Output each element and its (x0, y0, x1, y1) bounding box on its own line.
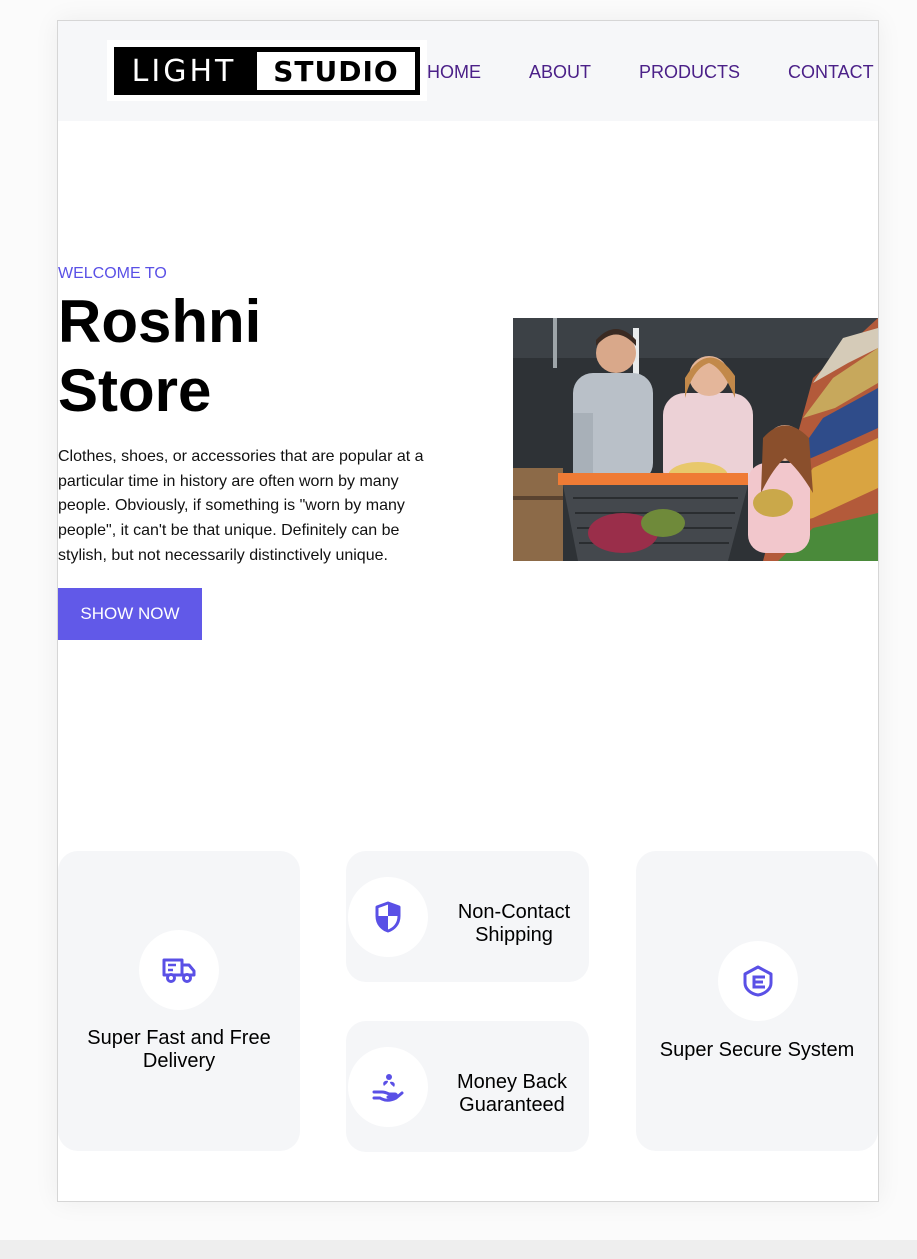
secure-label: Super Secure System (659, 1039, 855, 1061)
nav-home-link[interactable]: HOME (427, 62, 481, 83)
money-back-label: Money Back Guaranteed (442, 1071, 582, 1117)
delivery-label: Super Fast and Free Delivery (58, 1027, 300, 1073)
shipping-label: Non-Contact Shipping (444, 901, 584, 947)
site-header: LIGHT STUDIO HOME ABOUT PRODUCTS CONTACT (58, 21, 878, 121)
delivery-label-line-2: Delivery (142, 1050, 216, 1072)
title-line-1: Roshni (58, 288, 262, 355)
logo-light-text: LIGHT (114, 47, 254, 95)
hand-coin-icon (348, 1047, 428, 1127)
page-title: Roshni Store (58, 287, 261, 425)
shipping-label-line-1: Non-Contact (457, 901, 571, 923)
bottom-shade (0, 1240, 917, 1259)
nav-about-link[interactable]: ABOUT (529, 62, 591, 83)
nav-contact-link[interactable]: CONTACT (788, 62, 874, 83)
feature-card-money-back: Money Back Guaranteed (346, 1021, 589, 1152)
feature-card-shipping: Non-Contact Shipping (346, 851, 589, 982)
hero-description: Clothes, shoes, or accessories that are … (58, 448, 424, 564)
welcome-label: WELCOME TO (58, 265, 167, 282)
feature-card-secure: Super Secure System (636, 851, 878, 1151)
show-now-button[interactable]: SHOW NOW (58, 588, 202, 640)
shipping-label-line-2: Shipping (475, 924, 553, 946)
truck-icon (139, 930, 219, 1010)
shield-icon (348, 877, 428, 957)
landing-page: LIGHT STUDIO HOME ABOUT PRODUCTS CONTACT… (57, 20, 879, 1202)
money-back-label-line-1: Money Back (456, 1071, 568, 1093)
family-shopping-photo (513, 318, 878, 561)
money-back-label-line-2: Guaranteed (459, 1094, 565, 1116)
logo-studio-text: STUDIO (252, 47, 420, 95)
delivery-label-line-1: Super Fast and Free (87, 1027, 271, 1049)
secure-shield-icon (718, 941, 798, 1021)
site-logo[interactable]: LIGHT STUDIO (107, 40, 427, 101)
feature-card-delivery: Super Fast and Free Delivery (58, 851, 300, 1151)
nav-products-link[interactable]: PRODUCTS (639, 62, 740, 83)
title-line-2: Store (58, 357, 212, 424)
